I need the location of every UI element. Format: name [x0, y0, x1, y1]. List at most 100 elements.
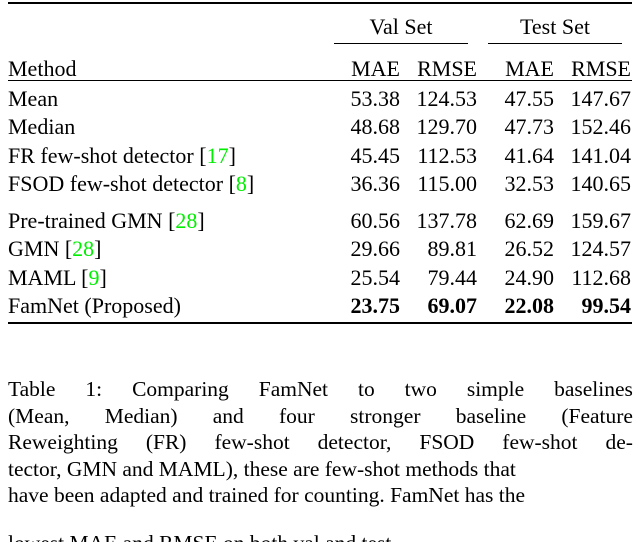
row-method-label: MAML: [8, 264, 82, 290]
caption-word: baseline: [455, 403, 527, 428]
table-column-header-row: Method MAE RMSE MAE RMSE: [8, 44, 632, 81]
caption-word: (FR): [145, 430, 187, 455]
group-header-val-set: Val Set: [324, 4, 478, 44]
caption-word: Table: [8, 377, 56, 401]
group-rule-test-set: [488, 43, 622, 44]
cell-val-mae: 60.56: [350, 207, 401, 233]
cell-val-rmse: 69.07: [427, 293, 478, 318]
caption-line-2: (Mean, Median) and four stronger baselin…: [8, 403, 633, 430]
table-group-header-row: Val Set Test Set: [8, 4, 632, 44]
citation-number[interactable]: 9: [88, 265, 99, 290]
results-table-container: Val Set Test Set Method MAE RMSE MAE RMS…: [8, 2, 632, 325]
cell-test-rmse: 124.57: [570, 236, 632, 261]
caption-word: (Mean,: [8, 403, 70, 428]
caption-word: simple: [466, 377, 525, 401]
caption-word: FamNet: [258, 377, 329, 401]
caption-word: detector,: [317, 430, 392, 455]
cell-val-mae: 53.38: [350, 85, 401, 111]
row-method-label: FR few-shot detector: [8, 142, 200, 168]
group-header-val-set-label: Val Set: [369, 14, 433, 39]
citation-close-bracket: ]: [99, 264, 107, 290]
caption-word: de-: [605, 430, 633, 455]
row-method-cell: Pre-trained GMN [28]: [8, 195, 324, 232]
caption-line-6-clipped: lowest MAE and RMSE on both val and test: [8, 530, 633, 542]
table-row: Mean 53.38 124.53 47.55 147.67: [8, 81, 632, 110]
row-method-cell: GMN [28]: [8, 232, 324, 261]
caption-word: Reweighting: [8, 430, 118, 455]
cell-test-rmse: 140.65: [570, 171, 632, 196]
results-table: Val Set Test Set Method MAE RMSE MAE RMS…: [8, 2, 632, 325]
caption-word: and: [212, 403, 244, 428]
cell-test-rmse: 152.46: [570, 114, 632, 139]
citation-number[interactable]: 28: [72, 236, 94, 261]
column-header-test-rmse: RMSE: [571, 56, 631, 81]
cell-test-mae: 47.73: [504, 114, 555, 139]
caption-word: Comparing: [132, 377, 229, 401]
table-row: Pre-trained GMN [28] 60.56 137.78 62.69 …: [8, 195, 632, 232]
cell-val-mae: 29.66: [350, 236, 401, 261]
cell-test-mae: 24.90: [504, 264, 555, 290]
table-row: FR few-shot detector [17] 45.45 112.53 4…: [8, 138, 632, 167]
cell-test-rmse: 141.04: [570, 142, 632, 168]
cell-val-rmse: 124.53: [416, 85, 478, 111]
cell-test-mae: 26.52: [504, 236, 555, 261]
table-row: FSOD few-shot detector [8] 36.36 115.00 …: [8, 167, 632, 196]
group-rule-val-set: [334, 43, 468, 44]
citation-close-bracket: ]: [246, 171, 255, 196]
citation-number[interactable]: 17: [207, 143, 229, 168]
table-figure-page: Val Set Test Set Method MAE RMSE MAE RMS…: [0, 0, 640, 542]
column-header-val-rmse: RMSE: [417, 56, 477, 81]
cell-test-rmse: 147.67: [570, 85, 632, 111]
cell-val-mae: 45.45: [350, 142, 401, 168]
citation-number[interactable]: 28: [175, 208, 197, 233]
caption-word: 1:: [85, 377, 103, 401]
cell-val-rmse: 137.78: [416, 207, 478, 233]
column-header-test-mae: MAE: [505, 56, 554, 81]
caption-line-5: have been adapted and trained for counti…: [8, 483, 526, 508]
caption-line-6-text: lowest MAE and RMSE on both val and test: [8, 530, 633, 542]
caption-word: few-shot: [214, 430, 290, 455]
cell-test-mae: 22.08: [504, 293, 555, 318]
caption-line-4: tector, GMN and MAML), these are few-sho…: [8, 456, 516, 481]
table-row: FamNet (Proposed) 23.75 69.07 22.08 99.5…: [8, 289, 632, 324]
group-header-test-set: Test Set: [478, 4, 632, 44]
table-row: GMN [28] 29.66 89.81 26.52 124.57: [8, 232, 632, 261]
citation-close-bracket: ]: [228, 142, 236, 168]
table-row: MAML [9] 25.54 79.44 24.90 112.68: [8, 260, 632, 289]
cell-val-rmse: 115.00: [417, 171, 477, 196]
cell-val-rmse: 89.81: [427, 236, 478, 261]
caption-word: Median): [104, 403, 178, 428]
caption-word: to: [357, 377, 375, 401]
caption-word: stronger: [350, 403, 421, 428]
cell-val-rmse: 112.53: [417, 142, 477, 168]
citation-number[interactable]: 8: [236, 171, 247, 196]
caption-word: baselines: [554, 377, 633, 401]
group-header-test-set-label: Test Set: [520, 14, 590, 39]
cell-val-mae: 48.68: [350, 114, 401, 139]
caption-word: two: [404, 377, 437, 401]
caption-line-3: Reweighting (FR) few-shot detector, FSOD…: [8, 429, 633, 456]
cell-test-mae: 32.53: [504, 171, 555, 196]
table-bottom-rule: [8, 322, 632, 325]
row-method-cell: FSOD few-shot detector [8]: [8, 167, 324, 196]
row-method-label: Median: [8, 114, 76, 139]
row-method-cell: Median: [8, 110, 324, 139]
cell-test-mae: 47.55: [504, 85, 555, 111]
table-row: Median 48.68 129.70 47.73 152.46: [8, 110, 632, 139]
cell-test-mae: 41.64: [504, 142, 555, 168]
row-method-label: Mean: [8, 85, 59, 111]
cell-test-rmse: 159.67: [570, 207, 632, 233]
table-caption: Table 1: Comparing FamNet to two simple …: [8, 376, 633, 509]
caption-word: four: [279, 403, 315, 428]
row-method-label: FamNet (Proposed): [8, 293, 181, 318]
cell-val-rmse: 79.44: [427, 264, 478, 290]
row-method-label: Pre-trained GMN: [8, 207, 169, 233]
cell-val-rmse: 129.70: [416, 114, 478, 139]
row-method-cell: FR few-shot detector [17]: [8, 138, 324, 167]
row-method-label: GMN: [8, 236, 65, 261]
row-method-cell: FamNet (Proposed): [8, 289, 324, 324]
cell-val-mae: 36.36: [350, 171, 401, 196]
row-method-cell: MAML [9]: [8, 260, 324, 289]
citation-open-bracket: [: [228, 171, 236, 196]
citation-close-bracket: ]: [197, 207, 205, 233]
